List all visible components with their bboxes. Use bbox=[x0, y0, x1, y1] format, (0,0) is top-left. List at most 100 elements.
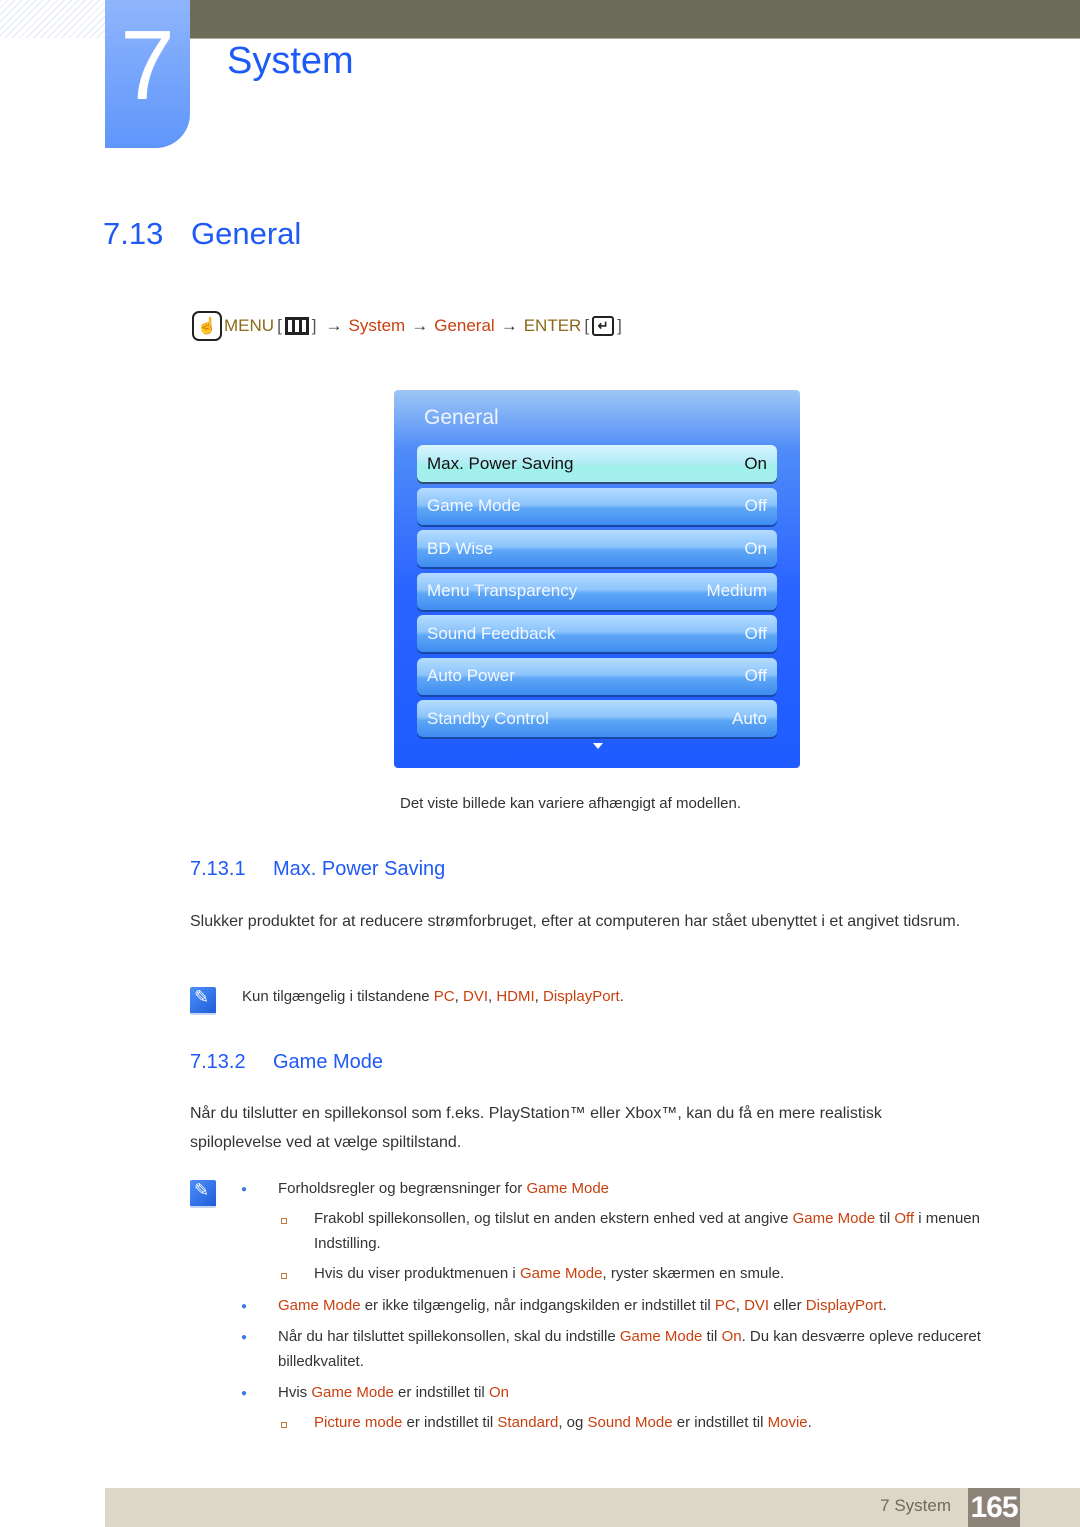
osd-item-value: Medium bbox=[706, 581, 767, 600]
arrow-right-icon: → bbox=[500, 316, 518, 335]
subsection-title-game-mode: 7.13.2 Game Mode bbox=[190, 1051, 383, 1074]
sub-bullet-icon bbox=[281, 1422, 287, 1428]
note-text: Hvis du viser produktmenuen i bbox=[314, 1265, 520, 1282]
menu-button-icon bbox=[284, 317, 309, 335]
chapter-title: System bbox=[227, 40, 354, 82]
note-text: til bbox=[702, 1328, 722, 1345]
chapter-badge: 7 bbox=[105, 0, 190, 148]
note-text: er indstillet til bbox=[393, 1384, 489, 1401]
osd-title: General bbox=[424, 406, 499, 429]
osd-item-label: Game Mode bbox=[427, 496, 521, 515]
separator: , bbox=[454, 988, 463, 1005]
osd-item-value: Off bbox=[744, 623, 767, 643]
section-number: 7.13 bbox=[103, 216, 164, 251]
highlight-off: Off bbox=[894, 1210, 915, 1227]
osd-item-menu-transparency[interactable]: Menu Transparency Medium bbox=[417, 572, 777, 610]
highlight-pc: PC bbox=[433, 988, 455, 1005]
highlight-movie: Movie bbox=[767, 1414, 808, 1431]
hand-touch-icon: ☝ bbox=[192, 311, 222, 341]
osd-item-label: BD Wise bbox=[427, 538, 494, 558]
enter-button-icon: ↵ bbox=[592, 316, 615, 336]
arrow-right-icon: → bbox=[411, 316, 429, 335]
page-footer: 7 System bbox=[105, 1488, 1080, 1527]
note-text: eller bbox=[769, 1297, 806, 1314]
highlight-standard: Standard bbox=[497, 1414, 559, 1431]
highlight-on: On bbox=[721, 1328, 742, 1345]
highlight-game-mode: Game Mode bbox=[792, 1210, 876, 1227]
note-icon bbox=[190, 1180, 216, 1208]
highlight-picture-mode: Picture mode bbox=[314, 1414, 403, 1431]
page-number: 165 bbox=[968, 1488, 1020, 1527]
osd-item-game-mode[interactable]: Game Mode Off bbox=[417, 487, 777, 525]
highlight-displayport: DisplayPort bbox=[805, 1297, 883, 1314]
note-text: . bbox=[882, 1297, 887, 1314]
osd-item-label: Sound Feedback bbox=[427, 623, 556, 643]
subsection-name: Max. Power Saving bbox=[273, 858, 446, 880]
note-text: er indstillet til bbox=[402, 1414, 498, 1431]
game-mode-note-1-sub-1: Frakobl spillekonsollen, og tilslut en a… bbox=[314, 1206, 1004, 1256]
separator: , bbox=[534, 988, 544, 1005]
game-mode-note-3: Når du har tilsluttet spillekonsollen, s… bbox=[278, 1324, 998, 1374]
note-text: . bbox=[807, 1414, 812, 1431]
osd-item-bd-wise[interactable]: BD Wise On bbox=[417, 530, 777, 567]
note-text: , og bbox=[558, 1414, 588, 1431]
note-text: , ryster skærmen en smule. bbox=[602, 1265, 785, 1282]
max-power-saving-note: Kun tilgængelig i tilstandene PC, DVI, H… bbox=[242, 984, 624, 1009]
image-caption: Det viste billede kan variere afhængigt … bbox=[400, 795, 742, 812]
note-text: Kun tilgængelig i tilstandene bbox=[242, 988, 434, 1005]
bracket: [ bbox=[584, 316, 590, 335]
note-text: Forholdsregler og begrænsninger for bbox=[278, 1180, 527, 1197]
osd-item-value: On bbox=[744, 453, 767, 473]
menu-label: MENU bbox=[224, 316, 275, 335]
highlight-on: On bbox=[488, 1384, 509, 1401]
header-bar bbox=[190, 0, 1080, 39]
header-hatch-decoration bbox=[0, 0, 105, 38]
osd-item-value: Off bbox=[744, 666, 767, 685]
bullet-icon: ● bbox=[241, 1184, 248, 1195]
highlight-game-mode: Game Mode bbox=[526, 1180, 610, 1197]
game-mode-description: Når du tilslutter en spillekonsol som f.… bbox=[190, 1105, 882, 1151]
max-power-saving-description: Slukker produktet for at reducere strømf… bbox=[190, 913, 961, 930]
note-text: Frakobl spillekonsollen, og tilslut en a… bbox=[314, 1210, 793, 1227]
scroll-down-arrow-icon[interactable] bbox=[593, 743, 603, 749]
bracket: [ bbox=[277, 316, 282, 335]
osd-item-sound-feedback[interactable]: Sound Feedback Off bbox=[417, 615, 777, 652]
path-system: System bbox=[348, 316, 406, 335]
note-icon bbox=[190, 987, 216, 1015]
note-text: , bbox=[735, 1297, 745, 1314]
sub-bullet-icon bbox=[281, 1273, 287, 1279]
game-mode-note-1: Forholdsregler og begrænsninger for Game… bbox=[278, 1176, 609, 1201]
section-name: General bbox=[191, 216, 302, 251]
note-text: Når du har tilsluttet spillekonsollen, s… bbox=[278, 1328, 620, 1345]
osd-item-value: Off bbox=[744, 496, 767, 515]
osd-item-value: On bbox=[744, 538, 767, 558]
highlight-game-mode: Game Mode bbox=[311, 1384, 394, 1401]
highlight-hdmi: HDMI bbox=[496, 988, 535, 1005]
subsection-name: Game Mode bbox=[273, 1051, 384, 1073]
highlight-dvi: DVI bbox=[744, 1297, 770, 1314]
osd-item-label: Menu Transparency bbox=[427, 581, 578, 600]
bracket: ] bbox=[311, 316, 317, 335]
bullet-icon: ● bbox=[241, 1388, 248, 1399]
note-text: er ikke tilgængelig, når indgangskilden … bbox=[360, 1297, 715, 1314]
osd-item-standby-control[interactable]: Standby Control Auto bbox=[417, 700, 777, 737]
osd-item-max-power-saving[interactable]: Max. Power Saving On bbox=[417, 445, 777, 482]
footer-chapter-label: 7 System bbox=[880, 1496, 951, 1515]
game-mode-note-1-sub-2: Hvis du viser produktmenuen i Game Mode,… bbox=[314, 1261, 784, 1286]
menu-path: ☝ MENU [ ] → System → General → ENTER [ … bbox=[192, 310, 625, 342]
note-text: Hvis bbox=[278, 1384, 312, 1401]
subsection-number: 7.13.2 bbox=[190, 1051, 246, 1073]
period: . bbox=[619, 988, 624, 1005]
highlight-game-mode: Game Mode bbox=[519, 1265, 603, 1282]
section-title: 7.13 General bbox=[103, 216, 301, 252]
osd-menu-list: Max. Power Saving On Game Mode Off BD Wi… bbox=[417, 445, 777, 743]
bracket: ] bbox=[617, 316, 622, 335]
osd-item-label: Max. Power Saving bbox=[427, 453, 574, 473]
osd-item-value: Auto bbox=[732, 708, 767, 728]
highlight-pc: PC bbox=[714, 1297, 736, 1314]
osd-item-auto-power[interactable]: Auto Power Off bbox=[417, 657, 777, 695]
note-text: er indstillet til bbox=[672, 1414, 768, 1431]
highlight-dvi: DVI bbox=[462, 988, 488, 1005]
chapter-number: 7 bbox=[120, 10, 175, 120]
game-mode-note-4-sub-1: Picture mode er indstillet til Standard,… bbox=[314, 1410, 812, 1435]
